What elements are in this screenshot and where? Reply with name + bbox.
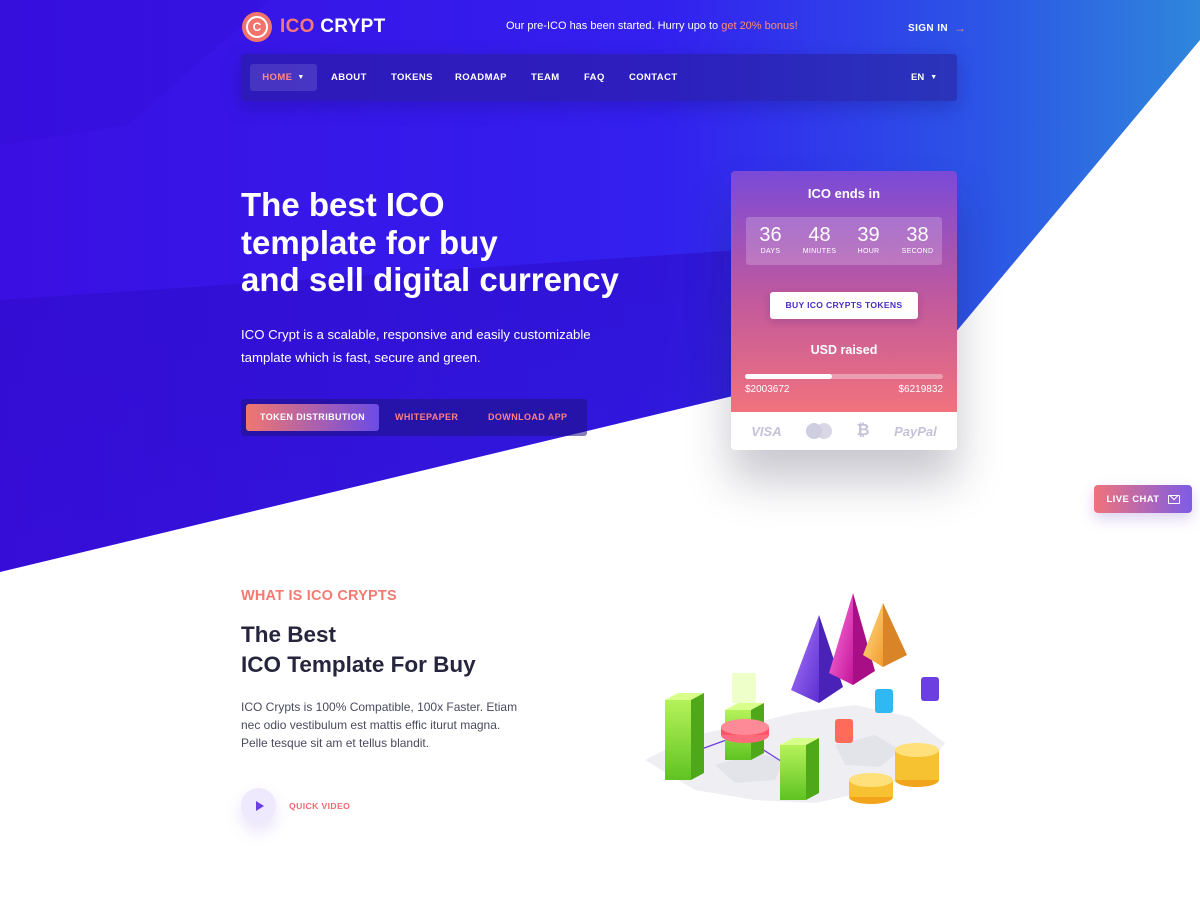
mastercard-icon (806, 423, 833, 439)
play-video-button[interactable] (241, 788, 276, 823)
arrow-right-icon: → (954, 21, 967, 35)
nav-item-home[interactable]: HOME ▼ (250, 64, 317, 91)
section-description-line: Pelle tesque sit am et tellus blandit. (241, 736, 430, 750)
nav-item-roadmap[interactable]: ROADMAP (455, 54, 507, 101)
nav-item-home-label: HOME (262, 72, 293, 83)
hero-background (0, 0, 1200, 572)
brand-name-part2: CRYPT (320, 16, 386, 37)
countdown-timer: 36 DAYS 48 MINUTES 39 HOUR 38 SECOND (746, 217, 942, 265)
visa-icon: VISA (751, 423, 782, 439)
countdown-heading: ICO ends in (807, 186, 881, 201)
language-label: EN (911, 72, 925, 83)
timer-label: MINUTES (802, 248, 837, 255)
live-chat-button[interactable]: LIVE CHAT (1094, 485, 1192, 513)
payment-methods: VISA ₿ PayPal (731, 412, 957, 450)
buy-tokens-button[interactable]: BUY ICO CRYPTS TOKENS (770, 292, 918, 319)
timer-days: 36 DAYS (746, 217, 795, 265)
hero-description-line: ICO Crypt is a scalable, responsive and … (241, 327, 591, 342)
raised-progress-bar (745, 374, 943, 379)
nav-item-team[interactable]: TEAM (531, 54, 560, 101)
timer-value: 39 (857, 224, 880, 246)
hero-tab-group: TOKEN DISTRIBUTION WHITEPAPER DOWNLOAD A… (241, 399, 587, 436)
usd-raised-label: USD raised (810, 343, 878, 357)
play-icon (255, 800, 264, 811)
brand-name: ICO CRYPT (280, 16, 385, 38)
sign-in-link[interactable]: SIGN IN → (908, 21, 966, 35)
envelope-icon (1167, 494, 1180, 504)
section-title-line: The Best (241, 622, 337, 647)
bonus-link[interactable]: get 20% bonus! (721, 20, 797, 32)
nav-item-about[interactable]: ABOUT (331, 54, 367, 101)
countdown-card-body: ICO ends in 36 DAYS 48 MINUTES 39 HOUR 3… (731, 171, 957, 412)
section-eyebrow: WHAT IS ICO CRYPTS (241, 588, 397, 604)
raised-current-amount: $2003672 (745, 384, 790, 395)
hero-title-line: template for buy (241, 223, 498, 261)
section-description-line: nec odio vestibulum est mattis effic itu… (241, 718, 501, 732)
quick-video-link[interactable]: QUICK VIDEO (289, 801, 350, 811)
timer-value: 48 (808, 224, 831, 246)
section-title-line: ICO Template For Buy (241, 652, 476, 677)
brand-logo[interactable]: C ICO CRYPT (242, 12, 385, 42)
hero-title-line: The best ICO (241, 186, 445, 223)
tab-whitepaper[interactable]: WHITEPAPER (395, 404, 458, 431)
announcement-bar: Our pre-ICO has been started. Hurry upo … (506, 20, 798, 32)
bitcoin-icon: ₿ (856, 422, 870, 439)
nav-item-tokens[interactable]: TOKENS (391, 54, 433, 101)
timer-label: HOUR (857, 248, 880, 255)
caret-down-icon: ▼ (297, 74, 305, 81)
tab-download-app[interactable]: DOWNLOAD APP (488, 404, 567, 431)
timer-hour: 39 HOUR (844, 217, 893, 265)
hero-title: The best ICO template for buy and sell d… (241, 186, 711, 299)
sign-in-label: SIGN IN (908, 22, 949, 34)
main-navigation: HOME ▼ ABOUT TOKENS ROADMAP TEAM FAQ CON… (241, 54, 957, 101)
hero-description-line: tamplate which is fast, secure and green… (241, 349, 481, 365)
paypal-icon: PayPal (894, 423, 937, 439)
raised-target-amount: $6219832 (898, 384, 944, 395)
tab-token-distribution[interactable]: TOKEN DISTRIBUTION (246, 404, 379, 431)
timer-minutes: 48 MINUTES (795, 217, 844, 265)
crypto-isometric-illustration (645, 593, 945, 804)
timer-label: SECOND (901, 248, 934, 255)
brand-name-part1: ICO (280, 16, 315, 37)
timer-value: 38 (906, 224, 929, 246)
timer-label: DAYS (760, 248, 781, 255)
hero-title-line: and sell digital currency (241, 261, 619, 298)
caret-down-icon: ▼ (930, 74, 938, 81)
raised-progress-fill (745, 374, 833, 379)
announcement-text: Our pre-ICO has been started. Hurry upo … (506, 20, 722, 32)
section-title: The Best ICO Template For Buy (241, 620, 476, 680)
nav-item-faq[interactable]: FAQ (584, 54, 605, 101)
ico-countdown-card: ICO ends in 36 DAYS 48 MINUTES 39 HOUR 3… (731, 171, 957, 450)
coin-logo-icon: C (242, 12, 272, 42)
live-chat-label: LIVE CHAT (1106, 493, 1160, 505)
timer-value: 36 (759, 224, 782, 246)
timer-second: 38 SECOND (893, 217, 942, 265)
language-selector[interactable]: EN ▼ (911, 54, 937, 101)
hero-description: ICO Crypt is a scalable, responsive and … (241, 324, 621, 369)
section-description: ICO Crypts is 100% Compatible, 100x Fast… (241, 698, 541, 752)
nav-item-contact[interactable]: CONTACT (629, 54, 678, 101)
section-description-line: ICO Crypts is 100% Compatible, 100x Fast… (241, 700, 518, 714)
